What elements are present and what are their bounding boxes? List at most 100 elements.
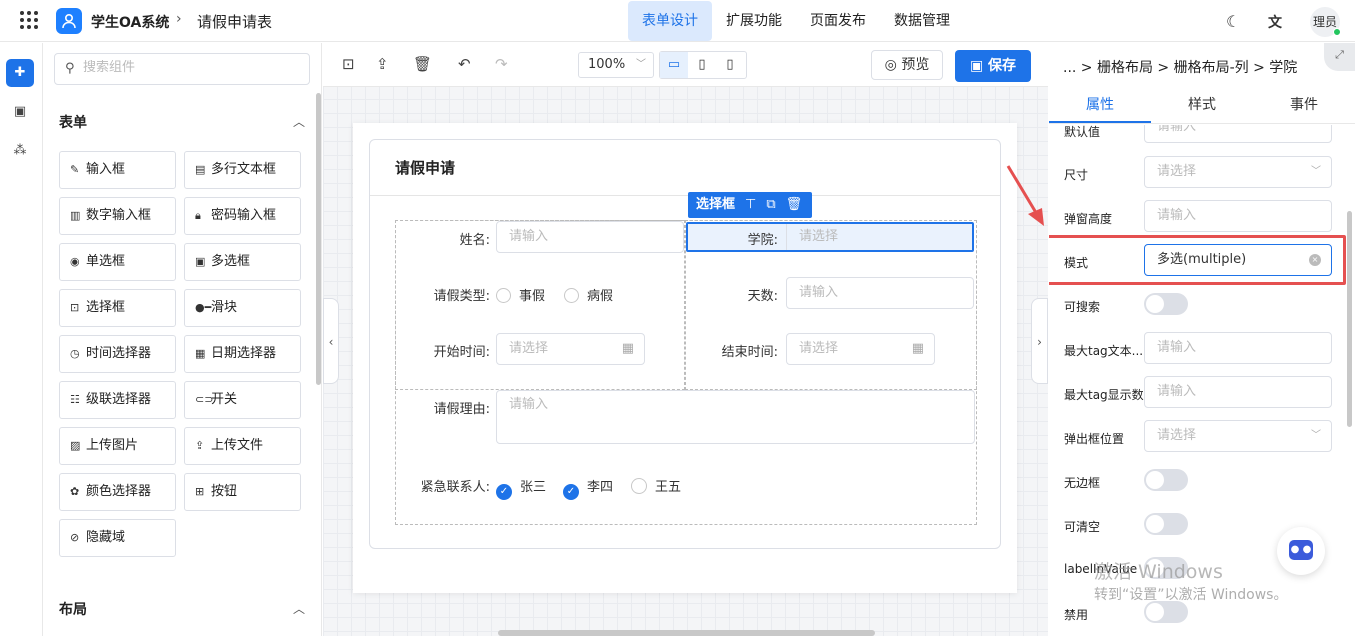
redo-icon[interactable]: ↷ bbox=[495, 55, 508, 73]
fullscreen-icon[interactable]: ⤢ bbox=[1324, 43, 1355, 71]
chevron-down-icon: ﹀ bbox=[1311, 166, 1321, 177]
collapse-left-button[interactable]: ‹ bbox=[323, 298, 339, 384]
prop-default-label: 默认值 bbox=[1064, 125, 1101, 139]
name-input[interactable]: 请输入 bbox=[496, 221, 684, 253]
contact-wangwu[interactable]: 王五 bbox=[631, 476, 681, 495]
panel-scrollbar[interactable] bbox=[316, 93, 321, 385]
comp-upload-file[interactable]: ⇪ 上传文件 bbox=[184, 427, 301, 465]
property-tabs: 属性 样式 事件 bbox=[1049, 88, 1355, 124]
nav-publish[interactable]: 页面发布 bbox=[796, 1, 880, 41]
chevron-up-icon[interactable]: ︿ bbox=[293, 113, 305, 130]
chevron-down-icon: ﹀ bbox=[636, 59, 646, 70]
prop-mode-select[interactable]: 多选(multiple) × bbox=[1144, 244, 1332, 276]
collapse-right-button[interactable]: › bbox=[1031, 298, 1048, 384]
comp-slider[interactable]: ●━滑块 bbox=[184, 289, 301, 327]
radio-personal[interactable]: 事假 bbox=[496, 285, 545, 304]
online-dot-icon bbox=[1333, 28, 1341, 36]
comp-select[interactable]: ⊡ 选择框 bbox=[59, 289, 176, 327]
search-input[interactable] bbox=[83, 60, 283, 75]
code-icon[interactable]: ▣ bbox=[6, 98, 34, 126]
copy-icon[interactable]: ⧉ bbox=[766, 197, 775, 212]
trash-icon[interactable]: 🗑︎ bbox=[413, 55, 432, 73]
top-bar: 学生OA系统 › 请假申请表 表单设计 扩展功能 页面发布 数据管理 ☾ 文 理… bbox=[0, 0, 1355, 42]
clear-icon[interactable]: × bbox=[1309, 254, 1321, 266]
undo-icon[interactable]: ↶ bbox=[458, 55, 471, 73]
form-title: 请假申请 bbox=[395, 159, 456, 177]
comp-input[interactable]: ✎ 输入框 bbox=[59, 151, 176, 189]
prop-size-select[interactable]: 请选择 ﹀ bbox=[1144, 156, 1332, 188]
eye-off-icon: ⊘ bbox=[70, 531, 80, 544]
puzzle-icon[interactable]: ✚ bbox=[6, 59, 34, 87]
prop-default-input[interactable]: 请输入 bbox=[1144, 125, 1332, 143]
radio-label: 事假 bbox=[519, 289, 546, 304]
comp-textarea[interactable]: ▤ 多行文本框 bbox=[184, 151, 301, 189]
assistant-button[interactable]: ● ● bbox=[1277, 527, 1325, 575]
comp-password[interactable]: 🔒︎ 密码输入框 bbox=[184, 197, 301, 235]
property-breadcrumb[interactable]: ... > 栅格布局 > 栅格布局-列 > 学院 bbox=[1063, 57, 1297, 77]
form-card: 请假申请 姓名: 请输入 选择框 ⊤ ⧉ 🗑︎ 学院: 请选择 请假类型: 事假 病假… bbox=[369, 139, 1001, 549]
comp-color[interactable]: ✿ 颜色选择器 bbox=[59, 473, 176, 511]
comp-switch[interactable]: ⊂⊃开关 bbox=[184, 381, 301, 419]
reason-textarea[interactable]: 请输入 bbox=[496, 390, 975, 444]
nav-extensions[interactable]: 扩展功能 bbox=[712, 1, 796, 41]
contact-lisi[interactable]: ✓ 李四 bbox=[563, 476, 613, 500]
comp-upload-image[interactable]: ▨ 上传图片 bbox=[59, 427, 176, 465]
prop-searchable-switch[interactable] bbox=[1144, 293, 1188, 315]
tab-properties[interactable]: 属性 bbox=[1049, 88, 1151, 123]
end-time-picker[interactable]: 请选择 ▦ bbox=[786, 333, 935, 365]
comp-label: 级联选择器 bbox=[86, 392, 152, 407]
moon-icon[interactable]: ☾ bbox=[1226, 12, 1240, 31]
avatar[interactable]: 理员 bbox=[1310, 7, 1341, 37]
start-time-picker[interactable]: 请选择 ▦ bbox=[496, 333, 645, 365]
college-select[interactable]: 请选择 bbox=[786, 224, 972, 250]
comp-number[interactable]: ▥ 数字输入框 bbox=[59, 197, 176, 235]
import-icon[interactable]: ⇪ bbox=[376, 55, 389, 73]
comp-checkbox[interactable]: ▣ 多选框 bbox=[184, 243, 301, 281]
save-button[interactable]: ▣ 保存 bbox=[955, 50, 1031, 82]
nav-data[interactable]: 数据管理 bbox=[880, 1, 964, 41]
textarea-icon: ▤ bbox=[195, 163, 206, 176]
prop-max-tag-text-input[interactable]: 请输入 bbox=[1144, 332, 1332, 364]
pencil-icon: ✎ bbox=[70, 163, 80, 176]
comp-date[interactable]: ▦ 日期选择器 bbox=[184, 335, 301, 373]
radio-sick[interactable]: 病假 bbox=[564, 285, 613, 304]
mobile-icon[interactable]: ▯ bbox=[716, 52, 744, 78]
prop-popup-position-select[interactable]: 请选择 ﹀ bbox=[1144, 420, 1332, 452]
comp-hidden[interactable]: ⊘ 隐藏域 bbox=[59, 519, 176, 557]
comp-time[interactable]: ◷ 时间选择器 bbox=[59, 335, 176, 373]
property-scrollbar[interactable] bbox=[1347, 211, 1352, 427]
apps-grid-icon[interactable] bbox=[20, 11, 38, 29]
tab-style[interactable]: 样式 bbox=[1151, 88, 1253, 123]
prop-size-placeholder: 请选择 bbox=[1157, 164, 1197, 179]
section-form-title[interactable]: 表单 bbox=[59, 112, 87, 132]
days-input[interactable]: 请输入 bbox=[786, 277, 974, 309]
section-layout-title[interactable]: 布局 bbox=[59, 599, 87, 619]
comp-button[interactable]: ⊞ 按钮 bbox=[184, 473, 301, 511]
delete-icon[interactable]: 🗑︎ bbox=[786, 197, 803, 212]
translate-icon[interactable]: 文 bbox=[1268, 12, 1282, 32]
comp-radio[interactable]: ◉ 单选框 bbox=[59, 243, 176, 281]
tree-icon[interactable]: ⁂ bbox=[6, 137, 34, 165]
move-top-icon[interactable]: ⊤ bbox=[745, 197, 756, 212]
comp-label: 颜色选择器 bbox=[86, 484, 152, 499]
code-view-icon[interactable]: ⊡ bbox=[342, 55, 355, 73]
app-name[interactable]: 学生OA系统 bbox=[91, 12, 169, 32]
contact-zhangsan[interactable]: ✓ 张三 bbox=[496, 476, 546, 500]
nav-form-design[interactable]: 表单设计 bbox=[628, 1, 712, 41]
chevron-up-icon[interactable]: ︿ bbox=[293, 600, 305, 617]
prop-clearable-switch[interactable] bbox=[1144, 513, 1188, 535]
start-time-placeholder: 请选择 bbox=[509, 341, 549, 356]
prop-max-tag-count-input[interactable]: 请输入 bbox=[1144, 376, 1332, 408]
preview-button[interactable]: ◎ 预览 bbox=[871, 50, 943, 80]
property-panel: ... > 栅格布局 > 栅格布局-列 > 学院 ⤢ 属性 样式 事件 默认值 … bbox=[1049, 43, 1355, 636]
tab-events[interactable]: 事件 bbox=[1253, 88, 1355, 123]
desktop-icon[interactable]: ▭ bbox=[660, 52, 688, 78]
tablet-icon[interactable]: ▯ bbox=[688, 52, 716, 78]
prop-disabled-switch[interactable] bbox=[1144, 601, 1188, 623]
prop-popup-height-input[interactable]: 请输入 bbox=[1144, 200, 1332, 232]
prop-borderless-switch[interactable] bbox=[1144, 469, 1188, 491]
comp-cascader[interactable]: ☷ 级联选择器 bbox=[59, 381, 176, 419]
user-logo-icon bbox=[56, 8, 82, 34]
canvas-hscrollbar[interactable] bbox=[498, 630, 875, 636]
zoom-select[interactable]: 100% ﹀ bbox=[578, 52, 654, 78]
